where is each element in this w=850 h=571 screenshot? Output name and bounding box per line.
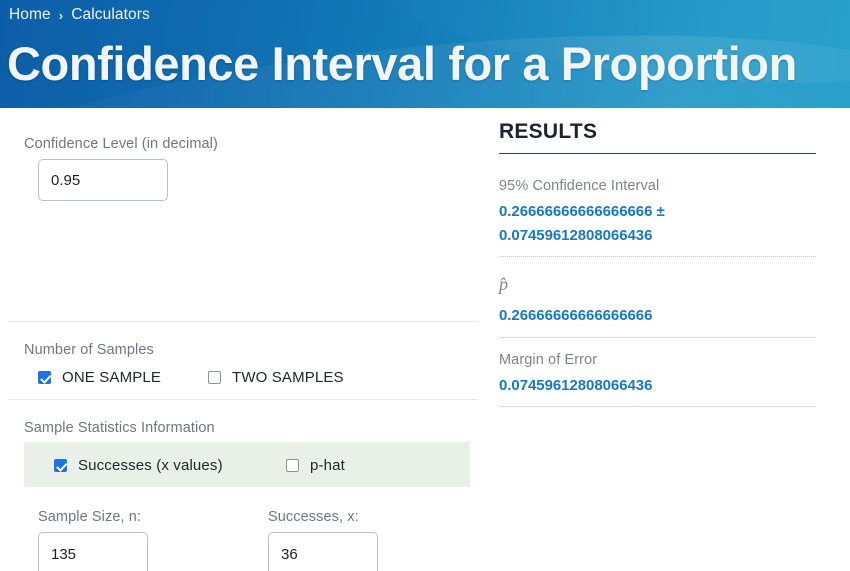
page-header: Home › Calculators Confidence Interval f… (0, 0, 850, 108)
calculator-page: Home › Calculators Confidence Interval f… (0, 0, 850, 571)
form-divider-2 (8, 399, 478, 400)
chevron-right-icon: › (58, 7, 64, 23)
checkbox-one-sample-box[interactable] (38, 371, 51, 384)
form-divider-1 (8, 321, 478, 322)
checkbox-p-hat-box[interactable] (286, 459, 299, 472)
results-divider-3 (499, 406, 816, 407)
margin-of-error-result-label: Margin of Error (499, 352, 598, 368)
checkbox-one-sample[interactable]: ONE SAMPLE (38, 369, 161, 386)
sample-size-input[interactable] (38, 532, 148, 571)
checkbox-two-samples-box[interactable] (208, 371, 221, 384)
page-title: Confidence Interval for a Proportion (7, 37, 797, 90)
breadcrumb-item-calculators[interactable]: Calculators (71, 6, 150, 24)
checkbox-successes-box[interactable] (54, 459, 67, 472)
checkbox-successes-label: Successes (x values) (78, 457, 223, 474)
breadcrumb-item-home[interactable]: Home (9, 6, 51, 24)
results-panel: RESULTS 95% Confidence Interval 0.266666… (490, 108, 850, 571)
p-hat-result-value: 0.26666666666666666 (499, 307, 653, 324)
checkbox-p-hat[interactable]: p-hat (286, 457, 345, 474)
results-divider-2 (499, 337, 816, 338)
results-divider-1 (499, 256, 816, 257)
page-content: Confidence Level (in decimal) Number of … (0, 108, 850, 571)
successes-input[interactable] (268, 532, 378, 571)
results-title-rule (499, 153, 816, 154)
checkbox-successes[interactable]: Successes (x values) (54, 457, 223, 474)
sample-size-label: Sample Size, n: (38, 509, 142, 525)
checkbox-two-samples[interactable]: TWO SAMPLES (208, 369, 344, 386)
results-title: RESULTS (499, 120, 598, 143)
margin-of-error-result-value: 0.07459612808066436 (499, 377, 653, 394)
confidence-interval-result-value-line1: 0.26666666666666666 ± (499, 203, 665, 220)
checkbox-two-samples-label: TWO SAMPLES (232, 369, 344, 386)
confidence-level-input[interactable] (38, 159, 168, 201)
calculator-form: Confidence Level (in decimal) Number of … (0, 108, 490, 571)
checkbox-one-sample-label: ONE SAMPLE (62, 369, 162, 386)
p-hat-result-label: p̂ (499, 274, 508, 294)
checkbox-p-hat-label: p-hat (310, 457, 345, 474)
confidence-interval-result-value-line2: 0.07459612808066436 (499, 227, 653, 244)
confidence-level-label: Confidence Level (in decimal) (24, 136, 218, 152)
sample-statistics-label: Sample Statistics Information (24, 420, 215, 436)
successes-label: Successes, x: (268, 509, 359, 525)
number-of-samples-label: Number of Samples (24, 342, 154, 358)
confidence-interval-result-label: 95% Confidence Interval (499, 178, 660, 194)
breadcrumb: Home › Calculators (9, 6, 150, 24)
